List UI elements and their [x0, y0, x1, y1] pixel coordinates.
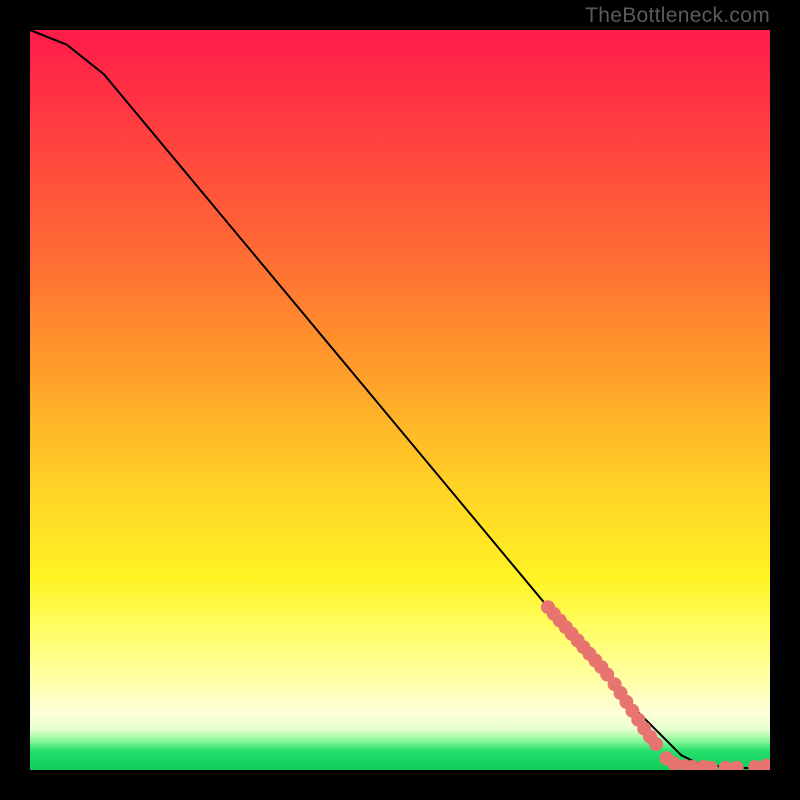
- plot-area: [30, 30, 770, 770]
- chart-container: TheBottleneck.com: [0, 0, 800, 800]
- data-point: [759, 759, 770, 770]
- data-curve: [30, 30, 770, 769]
- watermark-text: TheBottleneck.com: [585, 4, 770, 28]
- chart-overlay: [30, 30, 770, 770]
- data-point: [649, 737, 663, 751]
- data-point: [730, 761, 744, 770]
- data-markers: [541, 600, 770, 770]
